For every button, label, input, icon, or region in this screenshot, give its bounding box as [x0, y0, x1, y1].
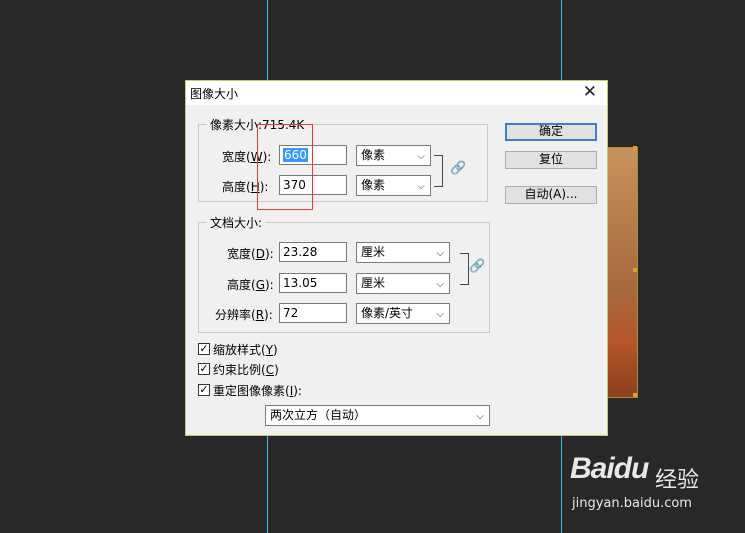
resolution-value: 72	[283, 306, 299, 320]
doc-height-label: 高度(G):	[227, 278, 274, 292]
doc-width-value: 23.28	[283, 245, 318, 259]
doc-height-value: 13.05	[283, 276, 318, 290]
transform-handle[interactable]	[633, 146, 637, 150]
doc-width-unit: 厘米	[361, 245, 386, 259]
doc-height-unit-select[interactable]: 厘米 ⌵	[356, 273, 450, 294]
doc-height-input[interactable]: 13.05	[279, 273, 347, 293]
baidu-watermark: Baidu 经验 jingyan.baidu.com	[570, 452, 699, 511]
baidu-logo: Baidu	[570, 452, 649, 485]
chevron-down-icon: ⌵	[436, 248, 444, 259]
pixel-height-unit: 像素	[361, 178, 386, 192]
resolution-unit-select[interactable]: 像素/英寸 ⌵	[356, 303, 450, 324]
pixel-link-bracket	[434, 155, 443, 187]
reset-button[interactable]: 复位	[505, 151, 597, 169]
transform-handle[interactable]	[633, 268, 637, 272]
chevron-down-icon: ⌵	[476, 411, 484, 422]
doc-link-bracket	[460, 253, 469, 285]
highlight-annotation-box	[257, 124, 313, 210]
auto-button[interactable]: 自动(A)...	[505, 186, 597, 204]
chevron-down-icon: ⌵	[417, 151, 425, 162]
document-size-legend: 文档大小:	[210, 216, 263, 230]
scale-styles-label[interactable]: 缩放样式(Y)	[213, 341, 278, 358]
image-size-dialog: 图像大小 ✕ 像素大小:715.4K 宽度(W): 660 像素 ⌵ 高度(H)…	[185, 80, 608, 436]
scale-styles-checkbox[interactable]: ✓	[198, 343, 210, 355]
watermark-text: 经验	[655, 468, 700, 493]
resample-method-value: 两次立方（自动）	[270, 408, 367, 422]
doc-width-input[interactable]: 23.28	[279, 242, 347, 262]
dialog-titlebar[interactable]: 图像大小 ✕	[186, 81, 607, 105]
resolution-input[interactable]: 72	[279, 303, 347, 323]
chevron-down-icon: ⌵	[436, 279, 444, 290]
ok-button[interactable]: 确定	[505, 123, 597, 141]
chevron-down-icon: ⌵	[417, 181, 425, 192]
doc-height-unit: 厘米	[361, 276, 386, 290]
transform-handle[interactable]	[633, 393, 637, 397]
constrain-proportions-checkbox[interactable]: ✓	[198, 363, 210, 375]
resolution-label: 分辨率(R):	[215, 308, 273, 322]
resample-image-label[interactable]: 重定图像像素(I):	[213, 382, 302, 399]
pixel-width-unit-select[interactable]: 像素 ⌵	[356, 145, 431, 166]
chain-link-icon: 🔗	[450, 161, 467, 176]
chevron-down-icon: ⌵	[436, 309, 444, 320]
dialog-title: 图像大小	[190, 87, 239, 101]
watermark-url: jingyan.baidu.com	[572, 496, 692, 511]
doc-width-unit-select[interactable]: 厘米 ⌵	[356, 242, 450, 263]
pixel-width-unit: 像素	[361, 148, 386, 162]
chain-link-icon: 🔗	[469, 259, 486, 274]
resample-image-checkbox[interactable]: ✓	[198, 384, 210, 396]
doc-width-label: 宽度(D):	[227, 247, 274, 261]
resolution-unit: 像素/英寸	[361, 306, 414, 320]
close-icon[interactable]: ✕	[583, 82, 597, 102]
resample-method-select[interactable]: 两次立方（自动） ⌵	[265, 405, 490, 426]
constrain-proportions-label[interactable]: 约束比例(C)	[213, 361, 279, 378]
pixel-height-unit-select[interactable]: 像素 ⌵	[356, 175, 431, 196]
